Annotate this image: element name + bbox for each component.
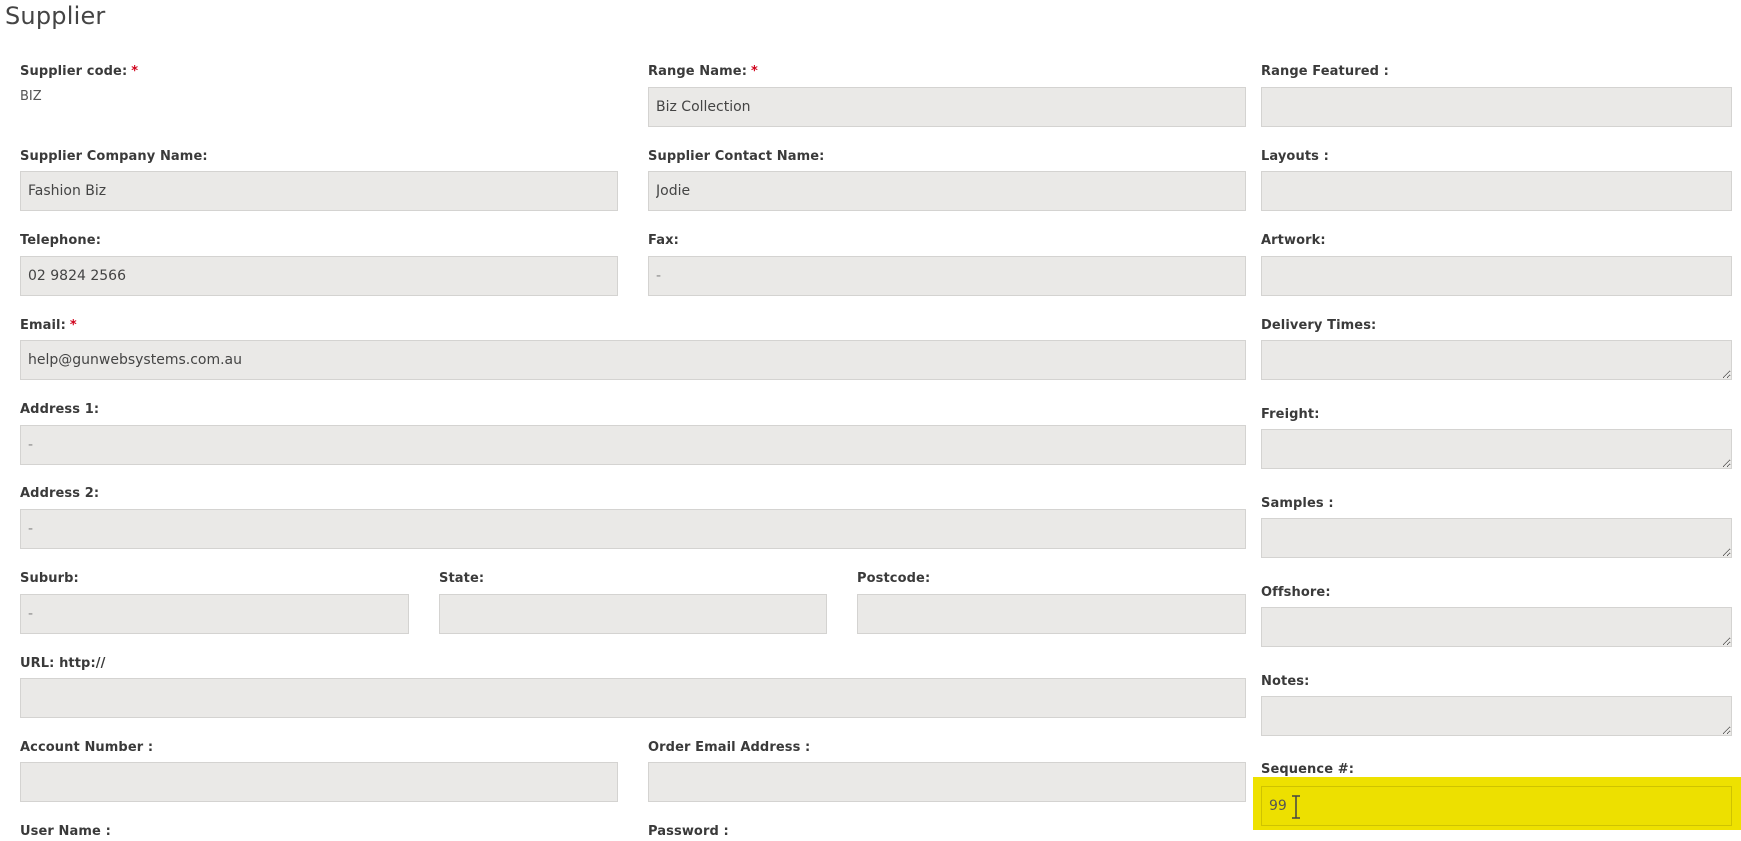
supplier-code-value: BIZ: [20, 89, 42, 104]
company-name-input[interactable]: [20, 171, 618, 211]
delivery-times-label: Delivery Times:: [1261, 318, 1377, 333]
address1-input[interactable]: [20, 425, 1246, 465]
fax-input[interactable]: [648, 256, 1246, 296]
password-label: Password :: [648, 824, 729, 839]
freight-textarea[interactable]: [1261, 429, 1732, 469]
supplier-code-label-text: Supplier code:: [20, 64, 128, 79]
required-mark: *: [69, 318, 77, 333]
telephone-label: Telephone:: [20, 233, 101, 248]
artwork-input[interactable]: [1261, 256, 1732, 296]
suburb-label: Suburb:: [20, 571, 79, 586]
url-label: URL: http://: [20, 656, 106, 671]
required-mark: *: [131, 64, 139, 79]
postcode-input[interactable]: [857, 594, 1246, 634]
artwork-label: Artwork:: [1261, 233, 1326, 248]
email-label: Email: *: [20, 318, 77, 333]
address2-label: Address 2:: [20, 486, 100, 501]
order-email-label: Order Email Address :: [648, 740, 811, 755]
range-name-input[interactable]: [648, 87, 1246, 127]
required-mark: *: [751, 64, 758, 79]
samples-label: Samples :: [1261, 496, 1334, 511]
url-input[interactable]: [20, 678, 1246, 718]
supplier-code-label: Supplier code: *: [20, 64, 138, 79]
email-label-text: Email:: [20, 318, 66, 333]
account-number-input[interactable]: [20, 762, 618, 802]
delivery-times-textarea[interactable]: [1261, 340, 1732, 380]
email-input[interactable]: [20, 340, 1246, 380]
contact-name-input[interactable]: [648, 171, 1246, 211]
company-name-label: Supplier Company Name:: [20, 149, 208, 164]
state-input[interactable]: [439, 594, 827, 634]
contact-name-label: Supplier Contact Name:: [648, 149, 825, 164]
sequence-label: Sequence #:: [1261, 762, 1355, 777]
suburb-input[interactable]: [20, 594, 409, 634]
text-cursor-icon: [1292, 795, 1300, 819]
layouts-label: Layouts :: [1261, 149, 1329, 164]
account-number-label: Account Number :: [20, 740, 154, 755]
postcode-label: Postcode:: [857, 571, 931, 586]
telephone-input[interactable]: [20, 256, 618, 296]
freight-label: Freight:: [1261, 407, 1320, 422]
range-featured-input[interactable]: [1261, 87, 1732, 127]
notes-label: Notes:: [1261, 674, 1310, 689]
user-name-label: User Name :: [20, 824, 111, 839]
address1-label: Address 1:: [20, 402, 100, 417]
offshore-textarea[interactable]: [1261, 607, 1732, 647]
order-email-input[interactable]: [648, 762, 1246, 802]
notes-textarea[interactable]: [1261, 696, 1732, 736]
page-title: Supplier: [5, 2, 106, 30]
range-featured-label: Range Featured :: [1261, 64, 1389, 79]
sequence-input[interactable]: [1261, 786, 1732, 826]
fax-label: Fax:: [648, 233, 679, 248]
samples-textarea[interactable]: [1261, 518, 1732, 558]
state-label: State:: [439, 571, 485, 586]
address2-input[interactable]: [20, 509, 1246, 549]
range-name-label-text: Range Name:: [648, 64, 747, 79]
offshore-label: Offshore:: [1261, 585, 1331, 600]
range-name-label: Range Name: *: [648, 64, 758, 79]
layouts-input[interactable]: [1261, 171, 1732, 211]
